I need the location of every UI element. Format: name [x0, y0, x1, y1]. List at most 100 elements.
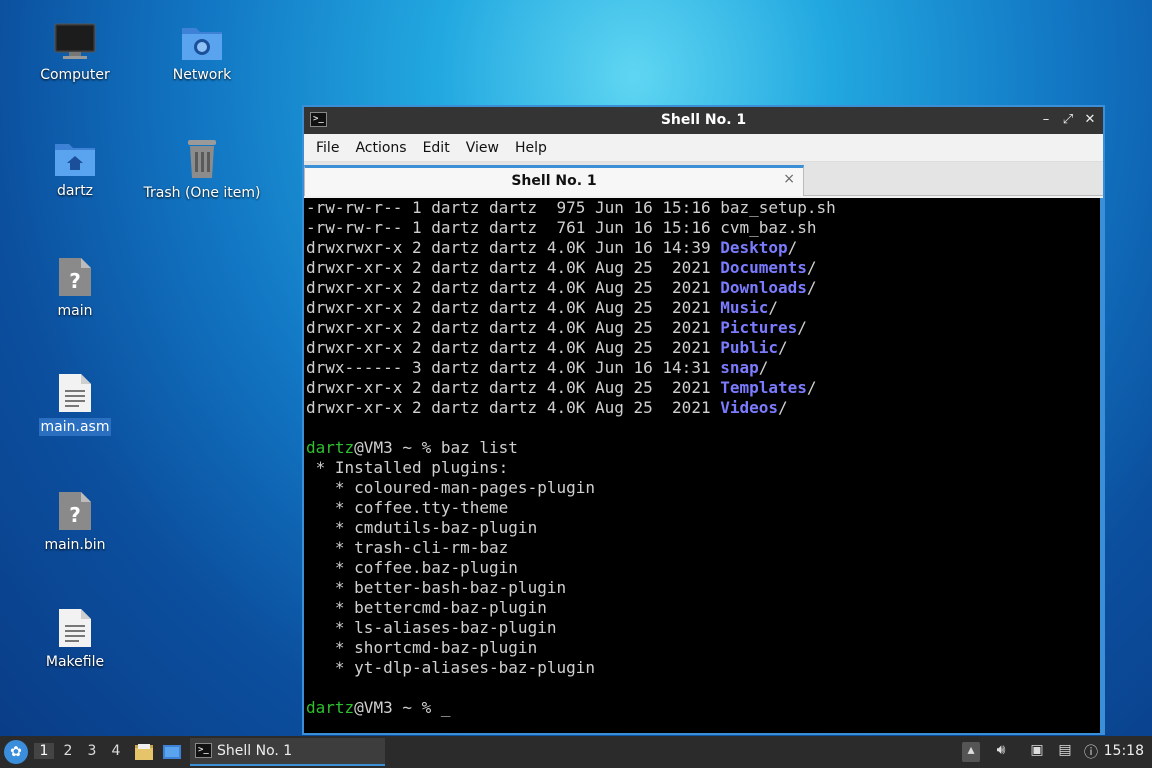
command-text: baz list	[440, 438, 518, 457]
menu-edit[interactable]: Edit	[415, 140, 458, 156]
plugin-name: coffee.tty-theme	[354, 498, 509, 517]
plugin-line: * bettercmd-baz-plugin	[306, 598, 1101, 618]
dir-suffix: /	[806, 258, 817, 277]
terminal-output[interactable]: -rw-rw-r-- 1 dartz dartz 975 Jun 16 15:1…	[304, 198, 1103, 733]
listing-line: drwxr-xr-x 2 dartz dartz 4.0K Aug 25 202…	[306, 338, 1101, 358]
computer-icon	[54, 23, 96, 59]
plugin-bullet: *	[306, 558, 355, 577]
prompt-host: @VM3 ~ %	[354, 438, 441, 457]
listing-name: baz_setup.sh	[720, 198, 836, 217]
listing-name: Public	[720, 338, 779, 357]
show-desktop-icon[interactable]	[162, 742, 182, 762]
prompt-line: dartz@VM3 ~ % _	[306, 698, 1101, 718]
menu-view[interactable]: View	[458, 140, 507, 156]
plugin-bullet: *	[306, 638, 355, 657]
tray-expand-icon[interactable]: ▴	[962, 742, 980, 762]
desktop-icon-main-asm[interactable]: main.asm	[10, 372, 140, 436]
listing-name: cvm_baz.sh	[720, 218, 817, 237]
taskbar-button-label: Shell No. 1	[217, 743, 293, 759]
dir-suffix: /	[797, 318, 807, 337]
clock[interactable]: 15:18	[1104, 743, 1144, 759]
listing-line: -rw-rw-r-- 1 dartz dartz 975 Jun 16 15:1…	[306, 198, 1101, 218]
workspace-1[interactable]: 1	[34, 743, 54, 759]
workspace-3[interactable]: 3	[82, 743, 102, 759]
desktop-icon-label: dartz	[56, 183, 94, 199]
plugin-name: trash-cli-rm-baz	[354, 538, 509, 557]
prompt-host: @VM3 ~ %	[354, 698, 441, 717]
desktop-icon-computer[interactable]: Computer	[10, 22, 140, 84]
plugin-line: * coffee.baz-plugin	[306, 558, 1101, 578]
desktop-icon-main[interactable]: ? main	[10, 256, 140, 320]
desktop-icon-label: main.asm	[38, 418, 112, 436]
plugin-bullet: *	[306, 478, 355, 497]
update-notifier-icon[interactable]: ⓘ	[1080, 742, 1102, 762]
window-titlebar[interactable]: >_ Shell No. 1 – ⤢ ✕	[304, 107, 1103, 134]
close-button[interactable]: ✕	[1081, 111, 1099, 129]
taskbar-button-shell[interactable]: >_ Shell No. 1	[190, 738, 385, 766]
menu-help[interactable]: Help	[507, 140, 555, 156]
plugin-name: ls-aliases-baz-plugin	[354, 618, 557, 637]
plugin-bullet: *	[306, 598, 355, 617]
listing-meta: drwx------ 3 dartz dartz 4.0K Jun 16 14:…	[306, 358, 721, 377]
desktop-icon-main-bin[interactable]: ? main.bin	[10, 490, 140, 554]
scrollbar[interactable]	[1100, 198, 1103, 733]
plugin-line: * shortcmd-baz-plugin	[306, 638, 1101, 658]
plugin-bullet: *	[306, 518, 355, 537]
plugin-bullet: *	[306, 578, 355, 597]
desktop-icon-trash[interactable]: Trash (One item)	[137, 138, 267, 202]
trash-icon	[188, 140, 216, 178]
network-tray-icon[interactable]: ▤	[1054, 742, 1076, 762]
text-file-icon	[59, 374, 91, 412]
plugin-name: cmdutils-baz-plugin	[354, 518, 538, 537]
desktop-icon-home[interactable]: dartz	[10, 138, 140, 200]
plugin-name: shortcmd-baz-plugin	[354, 638, 538, 657]
dir-suffix: /	[768, 298, 779, 317]
maximize-button[interactable]: ⤢	[1059, 111, 1077, 129]
plugin-name: yt-dlp-aliases-baz-plugin	[354, 658, 595, 677]
tab-bar: Shell No. 1 ×	[304, 162, 1103, 196]
plugin-line: * better-bash-baz-plugin	[306, 578, 1101, 598]
workspace-2[interactable]: 2	[58, 743, 78, 759]
listing-line: drwxr-xr-x 2 dartz dartz 4.0K Aug 25 202…	[306, 378, 1101, 398]
clipboard-icon[interactable]: ▣	[1026, 742, 1048, 762]
listing-meta: drwxr-xr-x 2 dartz dartz 4.0K Aug 25 202…	[306, 298, 721, 317]
network-folder-icon	[182, 28, 222, 60]
plugin-line: * coloured-man-pages-plugin	[306, 478, 1101, 498]
svg-text:?: ?	[69, 503, 81, 527]
listing-name: Videos	[720, 398, 779, 417]
tab-label: Shell No. 1	[511, 173, 597, 189]
listing-meta: -rw-rw-r-- 1 dartz dartz 761 Jun 16 15:1…	[306, 218, 721, 237]
home-folder-icon	[55, 144, 95, 176]
volume-icon[interactable]: 🔊︎	[990, 742, 1012, 762]
unknown-file-icon: ?	[59, 258, 91, 296]
desktop-icon-network[interactable]: Network	[137, 22, 267, 84]
minimize-button[interactable]: –	[1037, 111, 1055, 129]
prompt-user: dartz	[306, 698, 355, 717]
window-title: Shell No. 1	[660, 112, 747, 128]
workspace-4[interactable]: 4	[106, 743, 126, 759]
file-manager-icon[interactable]	[134, 742, 154, 762]
desktop-icon-label: main.bin	[44, 537, 106, 553]
listing-meta: drwxr-xr-x 2 dartz dartz 4.0K Aug 25 202…	[306, 318, 721, 337]
menu-actions[interactable]: Actions	[347, 140, 414, 156]
listing-name: Desktop	[720, 238, 788, 257]
listing-name: snap	[720, 358, 759, 377]
prompt-line: dartz@VM3 ~ % baz list	[306, 438, 1101, 458]
tab-close-button[interactable]: ×	[783, 171, 795, 187]
tab-shell-1[interactable]: Shell No. 1 ×	[304, 165, 804, 196]
plugin-bullet: *	[306, 618, 355, 637]
menu-file[interactable]: File	[308, 140, 347, 156]
desktop-icon-label: Network	[172, 67, 232, 83]
plugin-name: better-bash-baz-plugin	[354, 578, 567, 597]
plugin-line: * trash-cli-rm-baz	[306, 538, 1101, 558]
dir-suffix: /	[787, 238, 798, 257]
start-menu-icon[interactable]: ✿	[4, 740, 28, 764]
listing-meta: drwxr-xr-x 2 dartz dartz 4.0K Aug 25 202…	[306, 278, 721, 297]
plugin-name: coffee.baz-plugin	[354, 558, 518, 577]
plugins-header: * Installed plugins:	[306, 458, 509, 477]
dir-suffix: /	[778, 398, 788, 417]
listing-line: drwxr-xr-x 2 dartz dartz 4.0K Aug 25 202…	[306, 258, 1101, 278]
desktop-icon-makefile[interactable]: Makefile	[10, 607, 140, 671]
